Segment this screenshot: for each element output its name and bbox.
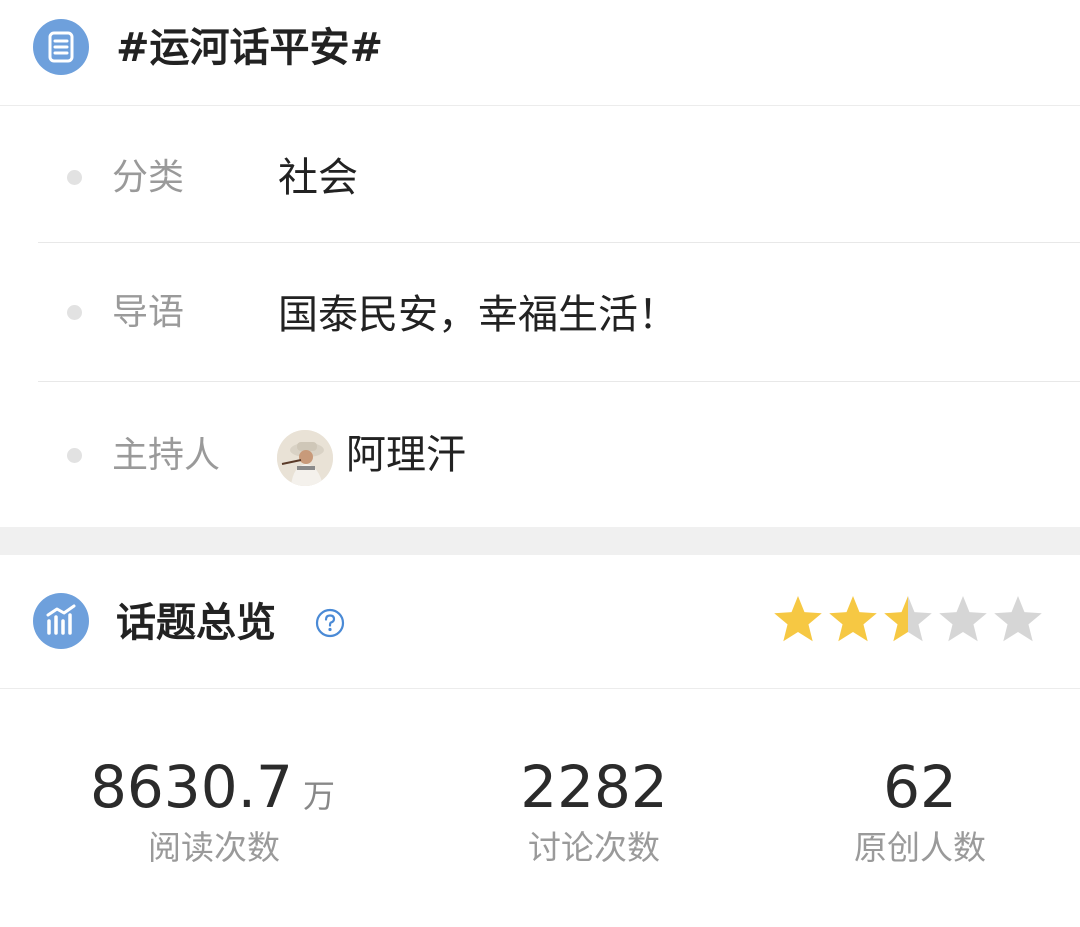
section-separator bbox=[0, 527, 1080, 555]
stat-value: 8630.7 万 bbox=[90, 752, 350, 831]
stat-number: 8630.7 bbox=[90, 753, 293, 821]
category-label: 分类 bbox=[112, 157, 185, 198]
host-name[interactable]: 阿理汗 bbox=[346, 430, 466, 480]
star-icon bbox=[884, 596, 932, 642]
stat-label: 原创人数 bbox=[854, 828, 986, 867]
host-label: 主持人 bbox=[112, 435, 221, 476]
intro-row: 导语 国泰民安，幸福生活！ bbox=[0, 243, 1080, 382]
host-avatar[interactable] bbox=[277, 430, 333, 486]
star-icon bbox=[774, 596, 822, 642]
star-icon bbox=[829, 596, 877, 642]
topic-title: #运河话平安# bbox=[116, 25, 384, 71]
category-value: 社会 bbox=[278, 155, 358, 201]
overview-title: 话题总览 bbox=[116, 600, 276, 646]
rating-stars bbox=[774, 596, 1042, 642]
category-row: 分类 社会 bbox=[0, 106, 1080, 243]
bullet-dot bbox=[67, 305, 82, 320]
stat-label: 讨论次数 bbox=[528, 828, 660, 867]
bullet-dot bbox=[67, 170, 82, 185]
stat-value: 2282 bbox=[520, 753, 668, 821]
bullet-dot bbox=[67, 448, 82, 463]
bar-chart-icon bbox=[33, 593, 89, 649]
intro-label: 导语 bbox=[112, 292, 185, 333]
question-circle-icon[interactable] bbox=[314, 607, 346, 639]
stat-unit: 万 bbox=[302, 777, 335, 815]
stat-value: 62 bbox=[883, 753, 957, 821]
star-icon bbox=[994, 596, 1042, 642]
star-icon bbox=[939, 596, 987, 642]
overview-header: 话题总览 bbox=[0, 555, 1080, 689]
stat-label: 阅读次数 bbox=[148, 828, 280, 867]
intro-value: 国泰民安，幸福生活！ bbox=[278, 292, 678, 338]
topic-header: #运河话平安# bbox=[0, 0, 1080, 106]
list-icon bbox=[33, 19, 89, 75]
host-row: 主持人 阿理汗 bbox=[0, 382, 1080, 527]
